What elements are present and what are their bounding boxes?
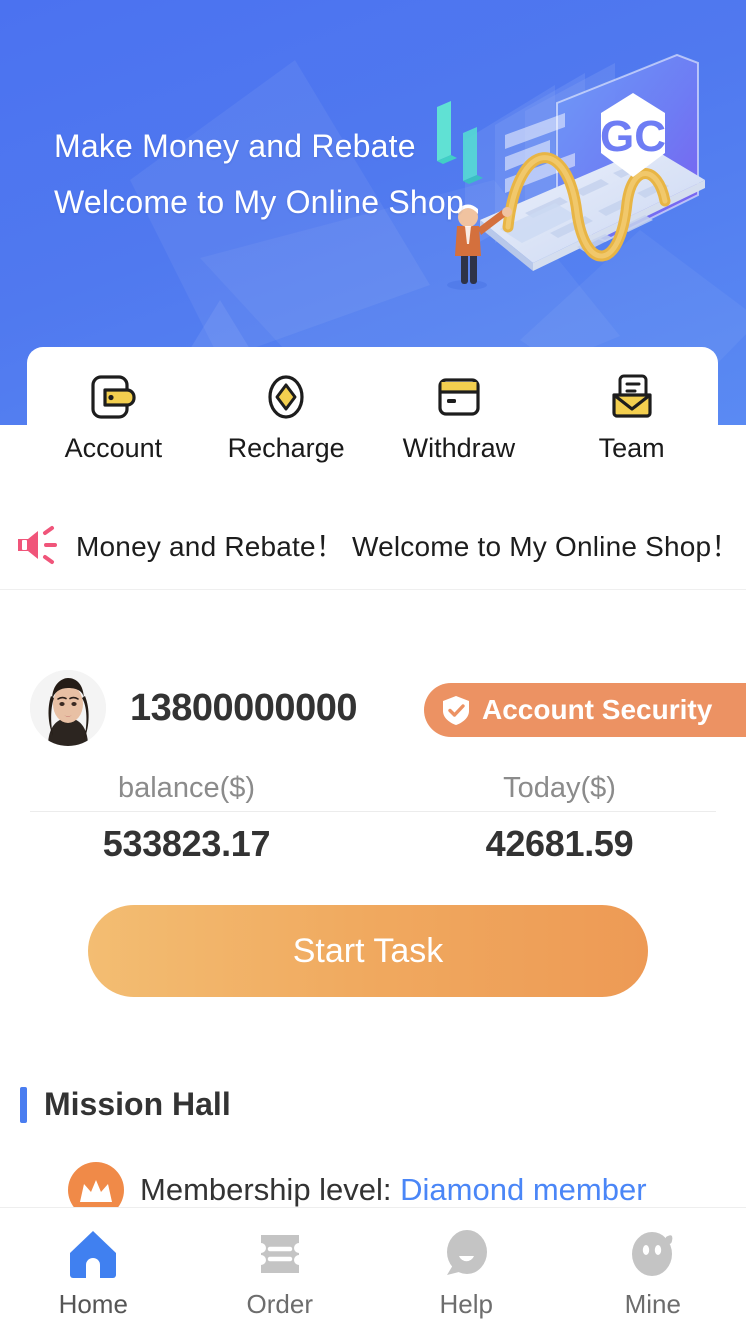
balance-label-row: balance($) Today($)	[0, 765, 746, 811]
quick-action-label: Team	[598, 433, 665, 463]
balance-value-row: 533823.17 42681.59	[0, 812, 746, 876]
banner-logo-text: GC	[600, 112, 666, 161]
tab-label-mine: Mine	[624, 1288, 681, 1319]
quick-action-recharge[interactable]: Recharge	[200, 347, 373, 462]
quick-action-account[interactable]: Account	[27, 347, 200, 462]
crown-shape	[80, 1180, 112, 1202]
balance-value-cell: 533823.17	[0, 812, 373, 876]
banner-title: Make Money and Rebate Welcome to My Onli…	[54, 118, 464, 230]
banner-title-line-1: Make Money and Rebate	[54, 128, 416, 164]
tab-mine[interactable]: Mine	[560, 1208, 746, 1332]
shield-check-icon	[443, 696, 469, 725]
ticket-icon	[260, 1234, 299, 1273]
home-icon	[70, 1230, 117, 1278]
megaphone-icon	[18, 525, 57, 564]
account-security-label: Account Security	[482, 694, 713, 725]
membership-level-prefix: Membership level:	[140, 1172, 401, 1207]
tab-order[interactable]: Order	[187, 1208, 374, 1332]
balance-value: 533823.17	[102, 823, 271, 864]
bottom-navigation: Home Order Help Mine	[0, 1207, 746, 1332]
account-security-badge[interactable]: Account Security	[424, 683, 746, 737]
tab-home[interactable]: Home	[0, 1208, 187, 1332]
wallet-icon	[91, 375, 136, 419]
page-title: Mission Hall	[44, 1086, 231, 1122]
banner-title-line-2: Welcome to My Online Shop	[54, 184, 464, 220]
app-root: Make Money and Rebate Welcome to My Onli…	[0, 0, 746, 1332]
quick-action-withdraw[interactable]: Withdraw	[373, 347, 546, 462]
tab-label-home: Home	[58, 1288, 128, 1319]
quick-actions-card: Account Recharge Withdraw Team	[27, 347, 718, 497]
credit-card-icon	[438, 378, 480, 416]
notice-text: Money and Rebate！ Welcome to My Online S…	[76, 530, 740, 562]
tab-help[interactable]: Help	[373, 1208, 560, 1332]
user-avatar-image	[30, 670, 106, 746]
mission-hall-header: Mission Hall	[20, 1086, 231, 1123]
face-icon	[631, 1231, 673, 1276]
balance-column-today: Today($)	[373, 765, 746, 811]
tab-label-help: Help	[439, 1288, 493, 1319]
balance-column-balance: balance($)	[0, 765, 373, 811]
start-task-button[interactable]: Start Task	[88, 905, 648, 997]
chat-smile-icon	[447, 1229, 488, 1275]
envelope-icon	[612, 374, 652, 418]
membership-level-value: Diamond member	[400, 1172, 647, 1207]
quick-action-label: Withdraw	[402, 433, 516, 463]
tab-label-order: Order	[246, 1288, 313, 1319]
balance-label: balance($)	[117, 772, 256, 804]
phone-number: 13800000000	[130, 686, 357, 729]
quick-action-label: Account	[64, 433, 163, 463]
today-value: 42681.59	[485, 823, 634, 864]
quick-action-team[interactable]: Team	[545, 347, 718, 462]
today-value-cell: 42681.59	[373, 812, 746, 876]
avatar[interactable]	[30, 670, 106, 746]
diamond-circle-icon	[268, 375, 304, 419]
section-accent-bar	[20, 1086, 27, 1123]
quick-action-label: Recharge	[227, 433, 345, 463]
membership-level-text: Membership level: Diamond member	[140, 1172, 647, 1208]
balance-summary: balance($) Today($) 533823.17 42681.59	[0, 765, 746, 876]
notice-marquee-bar[interactable]: Money and Rebate！ Welcome to My Online S…	[0, 500, 746, 590]
today-label: Today($)	[503, 772, 616, 804]
